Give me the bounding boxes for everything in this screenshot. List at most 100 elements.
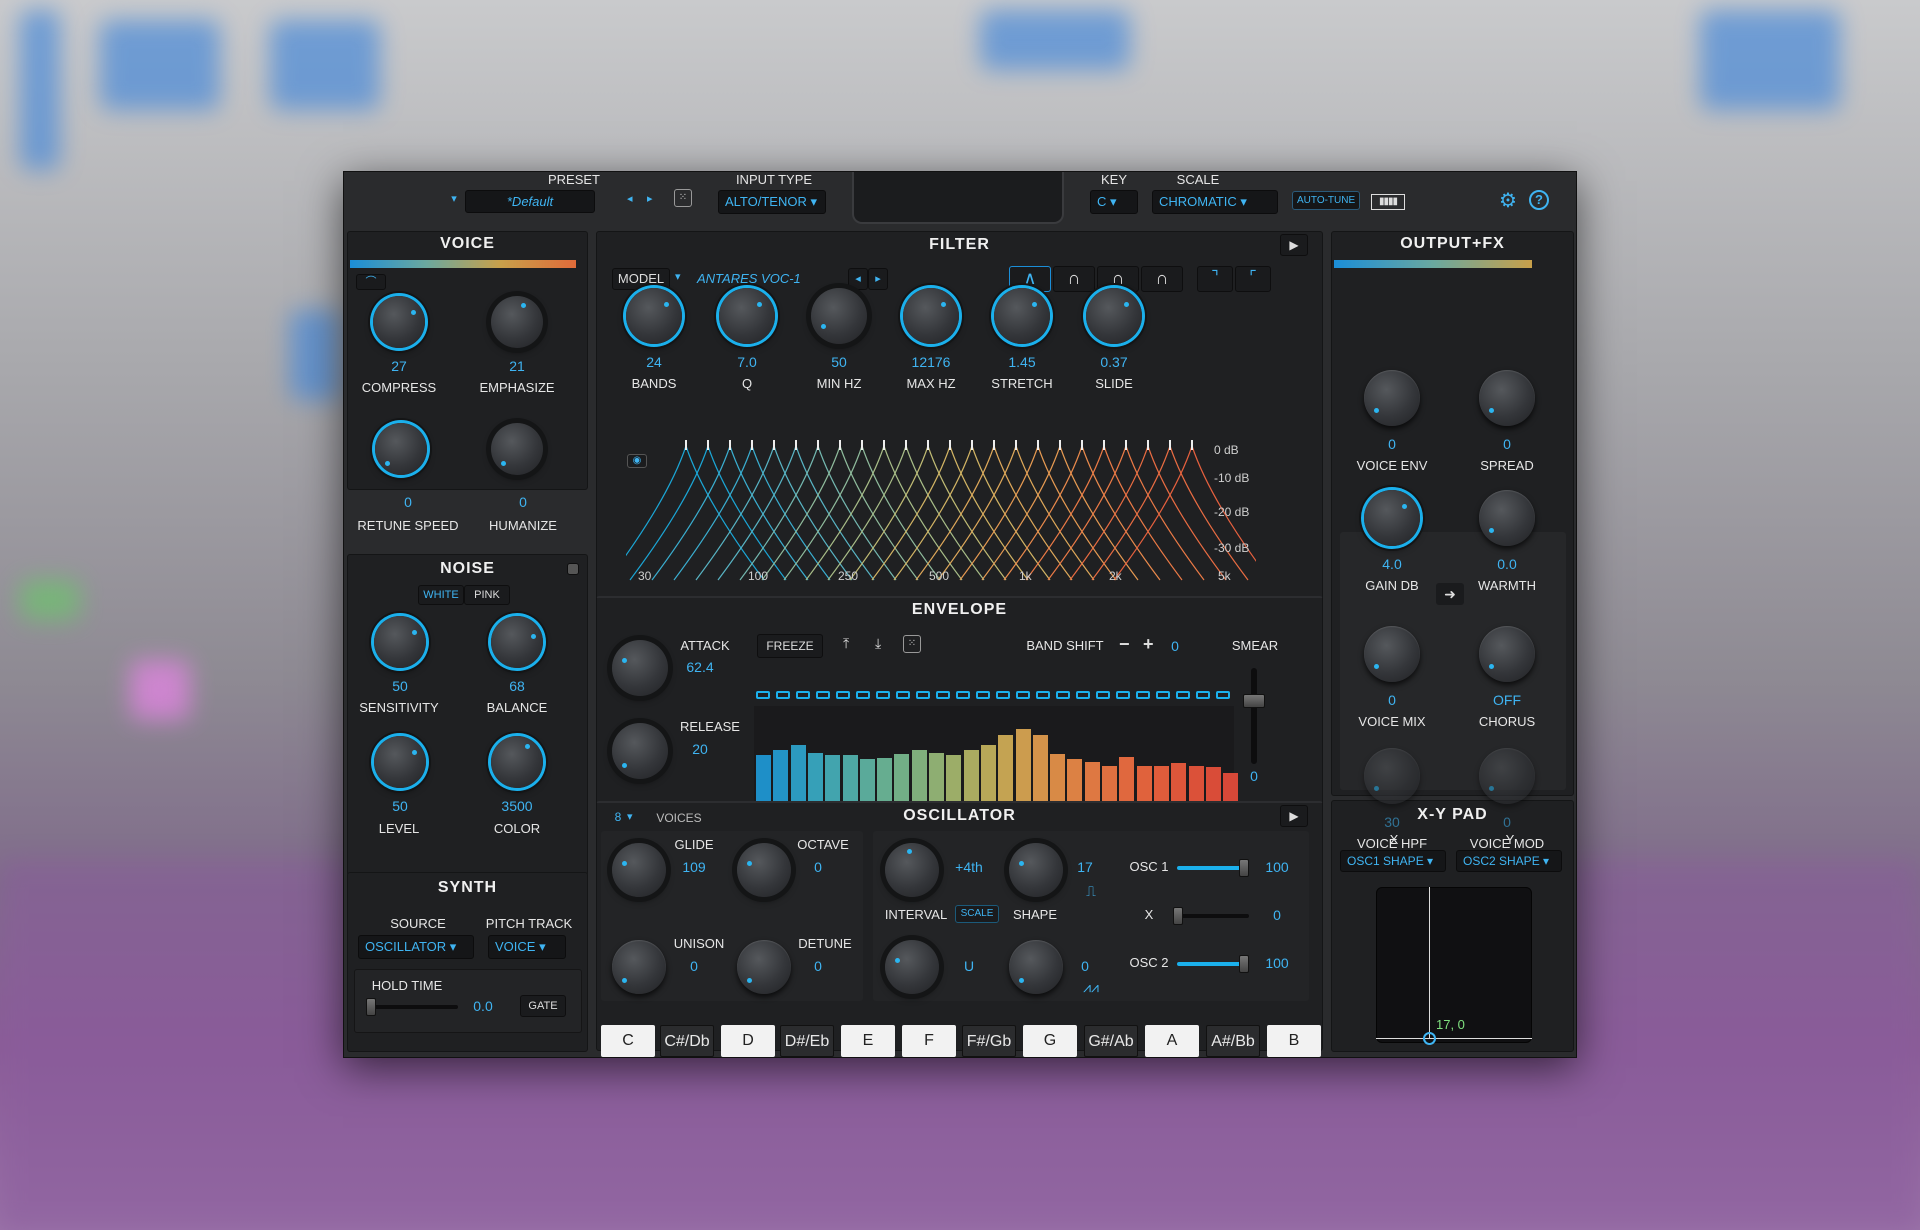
gate-button[interactable]: GATE: [520, 995, 566, 1017]
filter-band-marker[interactable]: [993, 440, 995, 450]
filter-shape-2-icon[interactable]: ∩: [1053, 266, 1095, 292]
band-freeze-cell[interactable]: [876, 691, 890, 699]
key-e[interactable]: E: [841, 1025, 895, 1057]
band-freeze-cells[interactable]: [754, 691, 1234, 701]
octave-knob[interactable]: [737, 843, 791, 897]
voice-curve-button[interactable]: ⌒: [356, 274, 386, 290]
piano-keys-icon[interactable]: ▮▮▮▮: [1371, 194, 1405, 210]
xy-x-dropdown[interactable]: OSC1 SHAPE ▾: [1340, 850, 1446, 872]
download-icon[interactable]: ⤓: [875, 635, 881, 652]
scale-button[interactable]: SCALE: [955, 905, 999, 923]
band-freeze-cell[interactable]: [1156, 691, 1170, 699]
low-shelf-icon[interactable]: ⌝: [1197, 266, 1233, 292]
band-shift-minus-icon[interactable]: −: [1119, 634, 1130, 655]
filter-band-marker[interactable]: [1103, 440, 1105, 450]
filter-band-marker[interactable]: [1081, 440, 1083, 450]
key-gab[interactable]: G#/Ab: [1084, 1025, 1138, 1057]
filter-band-marker[interactable]: [795, 440, 797, 450]
slide-knob[interactable]: [1086, 288, 1142, 344]
upload-icon[interactable]: ⤒: [843, 635, 849, 652]
band-freeze-cell[interactable]: [1136, 691, 1150, 699]
band-freeze-cell[interactable]: [996, 691, 1010, 699]
filter-band-marker[interactable]: [861, 440, 863, 450]
band-freeze-cell[interactable]: [836, 691, 850, 699]
band-freeze-cell[interactable]: [936, 691, 950, 699]
smear-thumb[interactable]: [1243, 694, 1265, 708]
unison-knob[interactable]: [612, 940, 666, 994]
filter-response-graph[interactable]: 301002505001k2k5k10k0 dB-10 dB-20 dB-30 …: [626, 440, 1256, 584]
filter-band-marker[interactable]: [883, 440, 885, 450]
key-b[interactable]: B: [1267, 1025, 1321, 1057]
balance-knob[interactable]: [491, 616, 543, 668]
key-fgb[interactable]: F#/Gb: [962, 1025, 1016, 1057]
key-abb[interactable]: A#/Bb: [1206, 1025, 1260, 1057]
band-freeze-cell[interactable]: [816, 691, 830, 699]
hold-time-slider[interactable]: [368, 1005, 458, 1009]
freeze-button[interactable]: FREEZE: [757, 634, 823, 658]
band-freeze-cell[interactable]: [1176, 691, 1190, 699]
filter-band-marker[interactable]: [905, 440, 907, 450]
key-cdb[interactable]: C#/Db: [660, 1025, 714, 1057]
auto-tune-button[interactable]: AUTO-TUNE: [1292, 191, 1361, 210]
filter-band-marker[interactable]: [1147, 440, 1149, 450]
band-freeze-cell[interactable]: [1076, 691, 1090, 699]
high-shelf-icon[interactable]: ⌜: [1235, 266, 1271, 292]
band-freeze-cell[interactable]: [776, 691, 790, 699]
sensitivity-knob[interactable]: [374, 616, 426, 668]
model-next-icon[interactable]: ▸: [868, 268, 888, 290]
band-freeze-cell[interactable]: [796, 691, 810, 699]
filter-band-marker[interactable]: [1169, 440, 1171, 450]
filter-band-marker[interactable]: [751, 440, 753, 450]
interval-knob[interactable]: [885, 843, 939, 897]
random-dice-icon[interactable]: ⁙: [674, 189, 692, 207]
key-dropdown[interactable]: C ▾: [1090, 190, 1138, 214]
band-freeze-cell[interactable]: [1196, 691, 1210, 699]
band-freeze-cell[interactable]: [956, 691, 970, 699]
band-freeze-cell[interactable]: [1116, 691, 1130, 699]
filter-play-icon[interactable]: ▶: [1280, 234, 1308, 256]
filter-band-marker[interactable]: [839, 440, 841, 450]
filter-band-marker[interactable]: [685, 440, 687, 450]
help-icon[interactable]: ?: [1529, 190, 1549, 210]
hold-time-thumb[interactable]: [366, 998, 376, 1016]
pink-noise-button[interactable]: PINK: [464, 585, 510, 605]
voice-env-knob[interactable]: [1364, 370, 1420, 426]
filter-band-marker[interactable]: [707, 440, 709, 450]
min-hz-knob[interactable]: [811, 288, 867, 344]
retune-speed-knob[interactable]: [375, 423, 427, 475]
x-mix-slider[interactable]: [1177, 914, 1249, 918]
voice-hpf-knob[interactable]: [1364, 748, 1420, 804]
band-freeze-cell[interactable]: [976, 691, 990, 699]
xy-handle[interactable]: [1423, 1032, 1436, 1045]
spread-knob[interactable]: [1479, 370, 1535, 426]
band-freeze-cell[interactable]: [1096, 691, 1110, 699]
white-noise-button[interactable]: WHITE: [418, 585, 464, 605]
key-c[interactable]: C: [601, 1025, 655, 1057]
input-type-dropdown[interactable]: ALTO/TENOR ▾: [718, 190, 826, 214]
filter-band-marker[interactable]: [729, 440, 731, 450]
band-freeze-cell[interactable]: [1016, 691, 1030, 699]
preset-field[interactable]: *Default: [465, 190, 595, 213]
band-freeze-cell[interactable]: [916, 691, 930, 699]
chorus-knob[interactable]: [1479, 626, 1535, 682]
stretch-knob[interactable]: [994, 288, 1050, 344]
color-knob[interactable]: [491, 736, 543, 788]
filter-band-marker[interactable]: [1059, 440, 1061, 450]
settings-gear-icon[interactable]: ⚙: [1499, 188, 1517, 213]
voice-mix-knob[interactable]: [1364, 626, 1420, 682]
preset-next-icon[interactable]: ▸: [647, 192, 653, 205]
key-f[interactable]: F: [902, 1025, 956, 1057]
shape-2-knob[interactable]: [1009, 940, 1063, 994]
osc1-thumb[interactable]: [1239, 859, 1249, 877]
filter-band-marker[interactable]: [1015, 440, 1017, 450]
preset-prev-icon[interactable]: ◂: [627, 192, 633, 205]
attack-knob[interactable]: [612, 640, 668, 696]
filter-band-marker[interactable]: [1037, 440, 1039, 450]
scale-dropdown[interactable]: CHROMATIC ▾: [1152, 190, 1278, 214]
filter-shape-4-icon[interactable]: ∩: [1141, 266, 1183, 292]
detune-knob[interactable]: [737, 940, 791, 994]
band-freeze-cell[interactable]: [756, 691, 770, 699]
release-knob[interactable]: [612, 723, 668, 779]
noise-enable-toggle[interactable]: [567, 563, 579, 575]
filter-band-marker[interactable]: [927, 440, 929, 450]
